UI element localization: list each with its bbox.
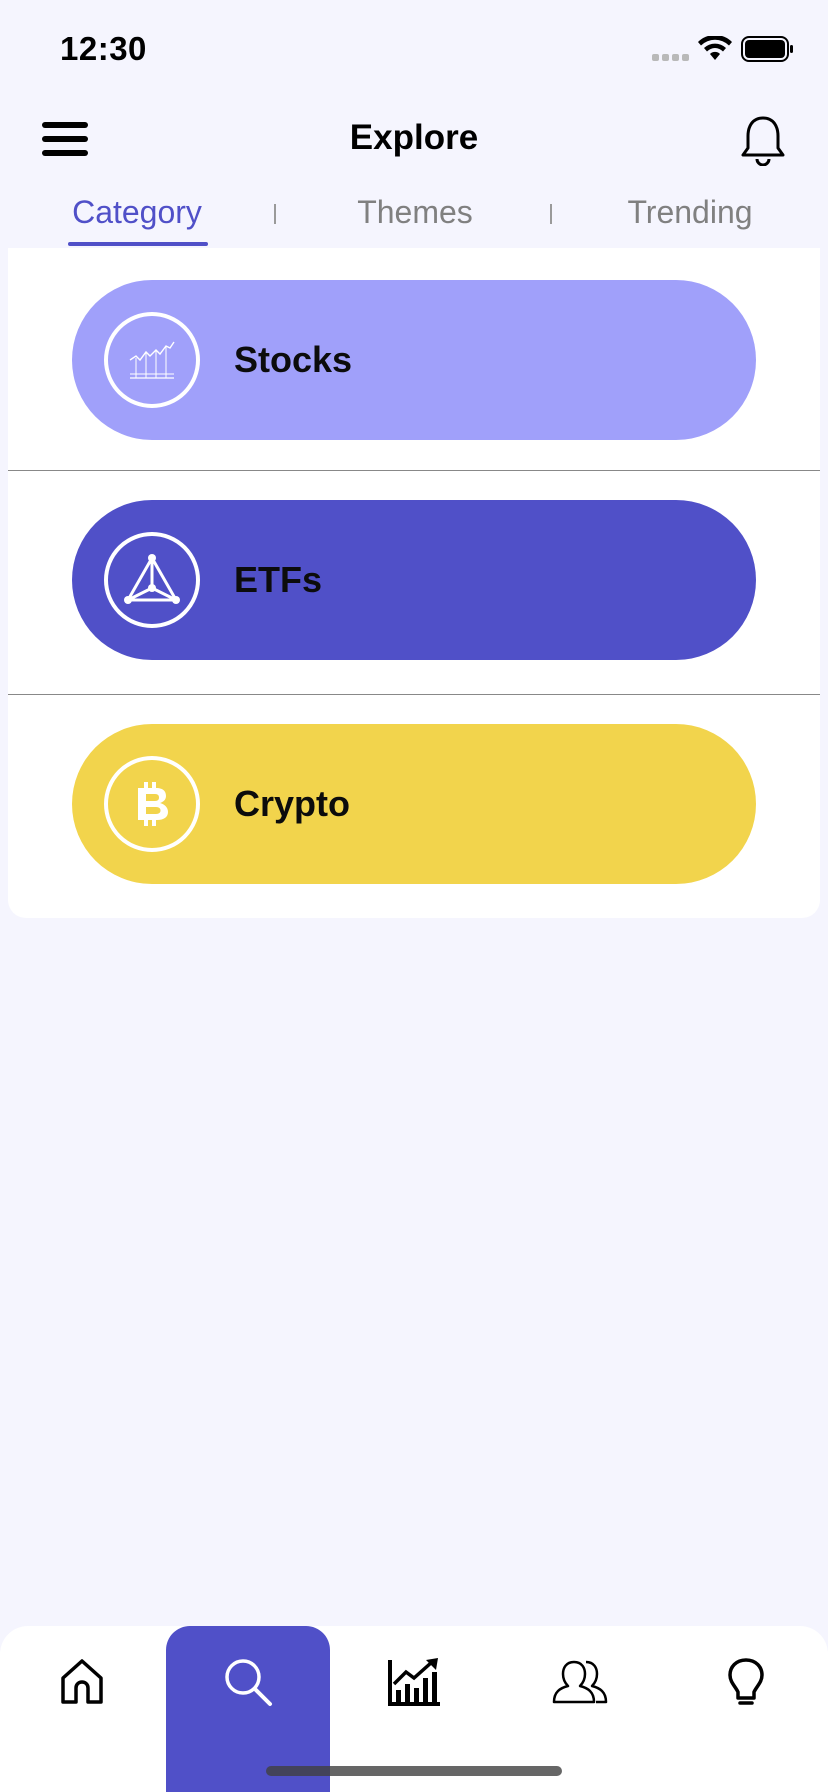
tab-category[interactable]: Category	[62, 194, 212, 231]
explore-tabs: Category Themes Trending	[0, 190, 828, 248]
signal-icon	[652, 54, 689, 61]
divider	[8, 470, 820, 471]
page-title: Explore	[349, 118, 479, 157]
growth-chart-icon	[388, 1658, 440, 1706]
list-item: ETFs	[8, 472, 820, 696]
home-indicator	[266, 1766, 562, 1776]
status-time: 12:30	[60, 30, 147, 67]
category-crypto-button[interactable]: Crypto	[72, 724, 756, 884]
list-item: Stocks	[8, 248, 820, 472]
status-bar: 12:30	[0, 0, 828, 100]
wifi-icon	[698, 36, 732, 60]
bitcoin-icon	[104, 756, 200, 852]
list-item: Crypto	[8, 696, 820, 920]
tab-separator	[274, 204, 276, 224]
nav-ideas[interactable]	[664, 1626, 828, 1792]
bell-icon	[741, 116, 785, 167]
notifications-button[interactable]	[740, 114, 786, 167]
tab-separator	[550, 204, 552, 224]
category-label: Crypto	[234, 783, 350, 824]
tab-trending[interactable]: Trending	[610, 194, 770, 231]
nav-home[interactable]	[0, 1626, 164, 1792]
category-etfs-button[interactable]: ETFs	[72, 500, 756, 660]
category-label: ETFs	[234, 559, 323, 600]
active-tab-indicator	[68, 242, 208, 246]
category-stocks-button[interactable]: Stocks	[72, 280, 756, 440]
search-icon	[225, 1659, 272, 1706]
category-label: Stocks	[234, 339, 353, 380]
stock-chart-icon	[104, 312, 200, 408]
divider	[8, 694, 820, 695]
lightbulb-icon	[728, 1658, 764, 1705]
tab-themes[interactable]: Themes	[340, 194, 490, 231]
pyramid-icon	[104, 532, 200, 628]
battery-icon	[741, 36, 793, 62]
home-icon	[61, 1659, 103, 1704]
category-list: Stocks ETFs Crypto	[8, 248, 820, 918]
users-icon	[552, 1660, 608, 1704]
